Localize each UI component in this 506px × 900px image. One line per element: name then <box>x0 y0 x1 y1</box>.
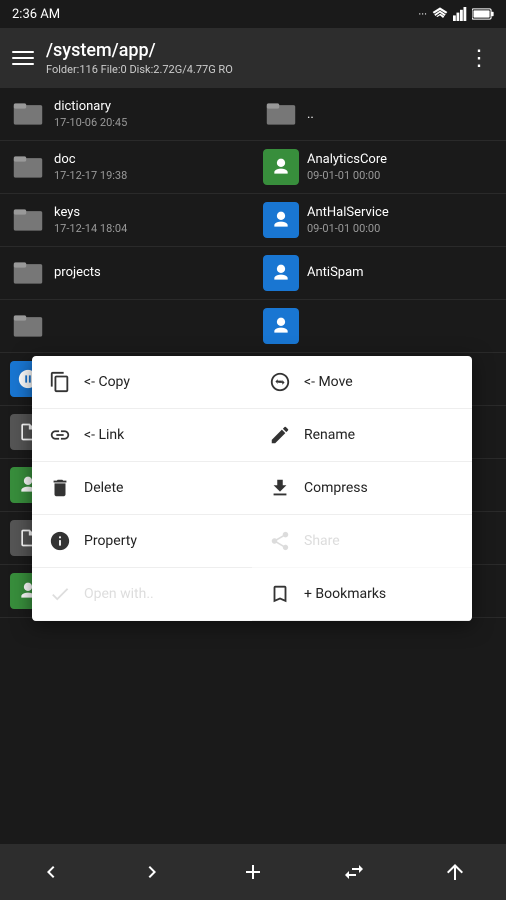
apk-icon <box>263 149 299 185</box>
apk-icon <box>263 202 299 238</box>
move-menu-item[interactable]: <- Move <box>252 356 472 409</box>
file-meta: 17-10-06 20:45 <box>54 116 243 129</box>
rename-menu-item[interactable]: Rename <box>252 409 472 462</box>
link-menu-item[interactable]: <- Link <box>32 409 252 462</box>
swap-button[interactable] <box>330 848 378 896</box>
signal-dots-icon: ··· <box>418 8 427 21</box>
rename-icon <box>268 423 292 447</box>
list-item[interactable] <box>253 300 506 353</box>
property-menu-item[interactable]: Property <box>32 515 252 568</box>
forward-button[interactable] <box>128 848 176 896</box>
file-name: projects <box>54 265 243 280</box>
share-label: Share <box>304 533 340 549</box>
list-item[interactable]: .. <box>253 88 506 141</box>
openwith-label: Open with.. <box>84 586 154 602</box>
share-menu-item[interactable]: Share <box>252 515 472 568</box>
copy-menu-item[interactable]: <- Copy <box>32 356 252 409</box>
list-item[interactable]: AntHalService 09-01-01 00:00 <box>253 194 506 247</box>
file-name: doc <box>54 152 243 167</box>
signal-bars-icon <box>453 7 467 21</box>
copy-label: <- Copy <box>84 374 130 390</box>
list-item[interactable]: AntiSpam <box>253 247 506 300</box>
more-options-button[interactable]: ⋮ <box>464 42 494 75</box>
list-item[interactable]: doc 17-12-17 19:38 <box>0 141 253 194</box>
delete-label: Delete <box>84 480 123 496</box>
compress-menu-item[interactable]: Compress <box>252 462 472 515</box>
back-button[interactable] <box>27 848 75 896</box>
folder-icon <box>10 96 46 132</box>
list-item[interactable]: keys 17-12-14 18:04 <box>0 194 253 247</box>
delete-icon <box>48 476 72 500</box>
file-name: AntiSpam <box>307 265 496 280</box>
context-menu: <- Copy <- Move <- Link <box>32 356 472 621</box>
bookmarks-icon <box>268 582 292 606</box>
share-icon <box>268 529 292 553</box>
property-label: Property <box>84 533 137 549</box>
link-label: <- Link <box>84 427 124 443</box>
copy-icon <box>48 370 72 394</box>
folder-icon <box>10 255 46 291</box>
battery-icon <box>472 8 494 20</box>
file-name: .. <box>307 107 496 122</box>
file-meta: 09-01-01 00:00 <box>307 169 496 182</box>
rename-label: Rename <box>304 427 355 443</box>
apk-icon <box>263 255 299 291</box>
apk-icon <box>263 308 299 344</box>
file-name: keys <box>54 205 243 220</box>
file-name: AntHalService <box>307 205 496 220</box>
header-title-block: /system/app/ Folder:116 File:0 Disk:2.72… <box>46 40 452 76</box>
header-subtitle: Folder:116 File:0 Disk:2.72G/4.77G RO <box>46 63 452 76</box>
file-name: AnalyticsCore <box>307 152 496 167</box>
list-item[interactable]: dictionary 17-10-06 20:45 <box>0 88 253 141</box>
up-button[interactable] <box>431 848 479 896</box>
property-icon <box>48 529 72 553</box>
folder-icon <box>263 96 299 132</box>
file-name: dictionary <box>54 99 243 114</box>
bookmarks-menu-item[interactable]: + Bookmarks <box>252 568 472 621</box>
compress-icon <box>268 476 292 500</box>
openwith-icon <box>48 582 72 606</box>
menu-grid: <- Copy <- Move <- Link <box>32 356 472 621</box>
list-item[interactable]: AnalyticsCore 09-01-01 00:00 <box>253 141 506 194</box>
bookmarks-label: + Bookmarks <box>304 586 386 602</box>
wifi-icon <box>432 7 448 21</box>
compress-label: Compress <box>304 480 368 496</box>
delete-menu-item[interactable]: Delete <box>32 462 252 515</box>
file-meta: 17-12-14 18:04 <box>54 222 243 235</box>
move-icon <box>268 370 292 394</box>
status-time: 2:36 AM <box>12 7 60 22</box>
file-meta: 09-01-01 00:00 <box>307 222 496 235</box>
file-list: dictionary 17-10-06 20:45 doc 17-12-17 1… <box>0 88 506 844</box>
menu-button[interactable] <box>12 51 34 65</box>
add-button[interactable] <box>229 848 277 896</box>
status-icons: ··· <box>418 7 494 21</box>
header: /system/app/ Folder:116 File:0 Disk:2.72… <box>0 28 506 88</box>
list-item[interactable]: projects <box>0 247 253 300</box>
file-meta: 17-12-17 19:38 <box>54 169 243 182</box>
folder-icon <box>10 202 46 238</box>
move-label: <- Move <box>304 374 353 390</box>
bottom-bar <box>0 844 506 900</box>
folder-icon <box>10 308 46 344</box>
list-item[interactable] <box>0 300 253 353</box>
link-icon <box>48 423 72 447</box>
status-bar: 2:36 AM ··· <box>0 0 506 28</box>
folder-icon <box>10 149 46 185</box>
openwith-menu-item[interactable]: Open with.. <box>32 568 252 621</box>
header-title: /system/app/ <box>46 40 452 61</box>
